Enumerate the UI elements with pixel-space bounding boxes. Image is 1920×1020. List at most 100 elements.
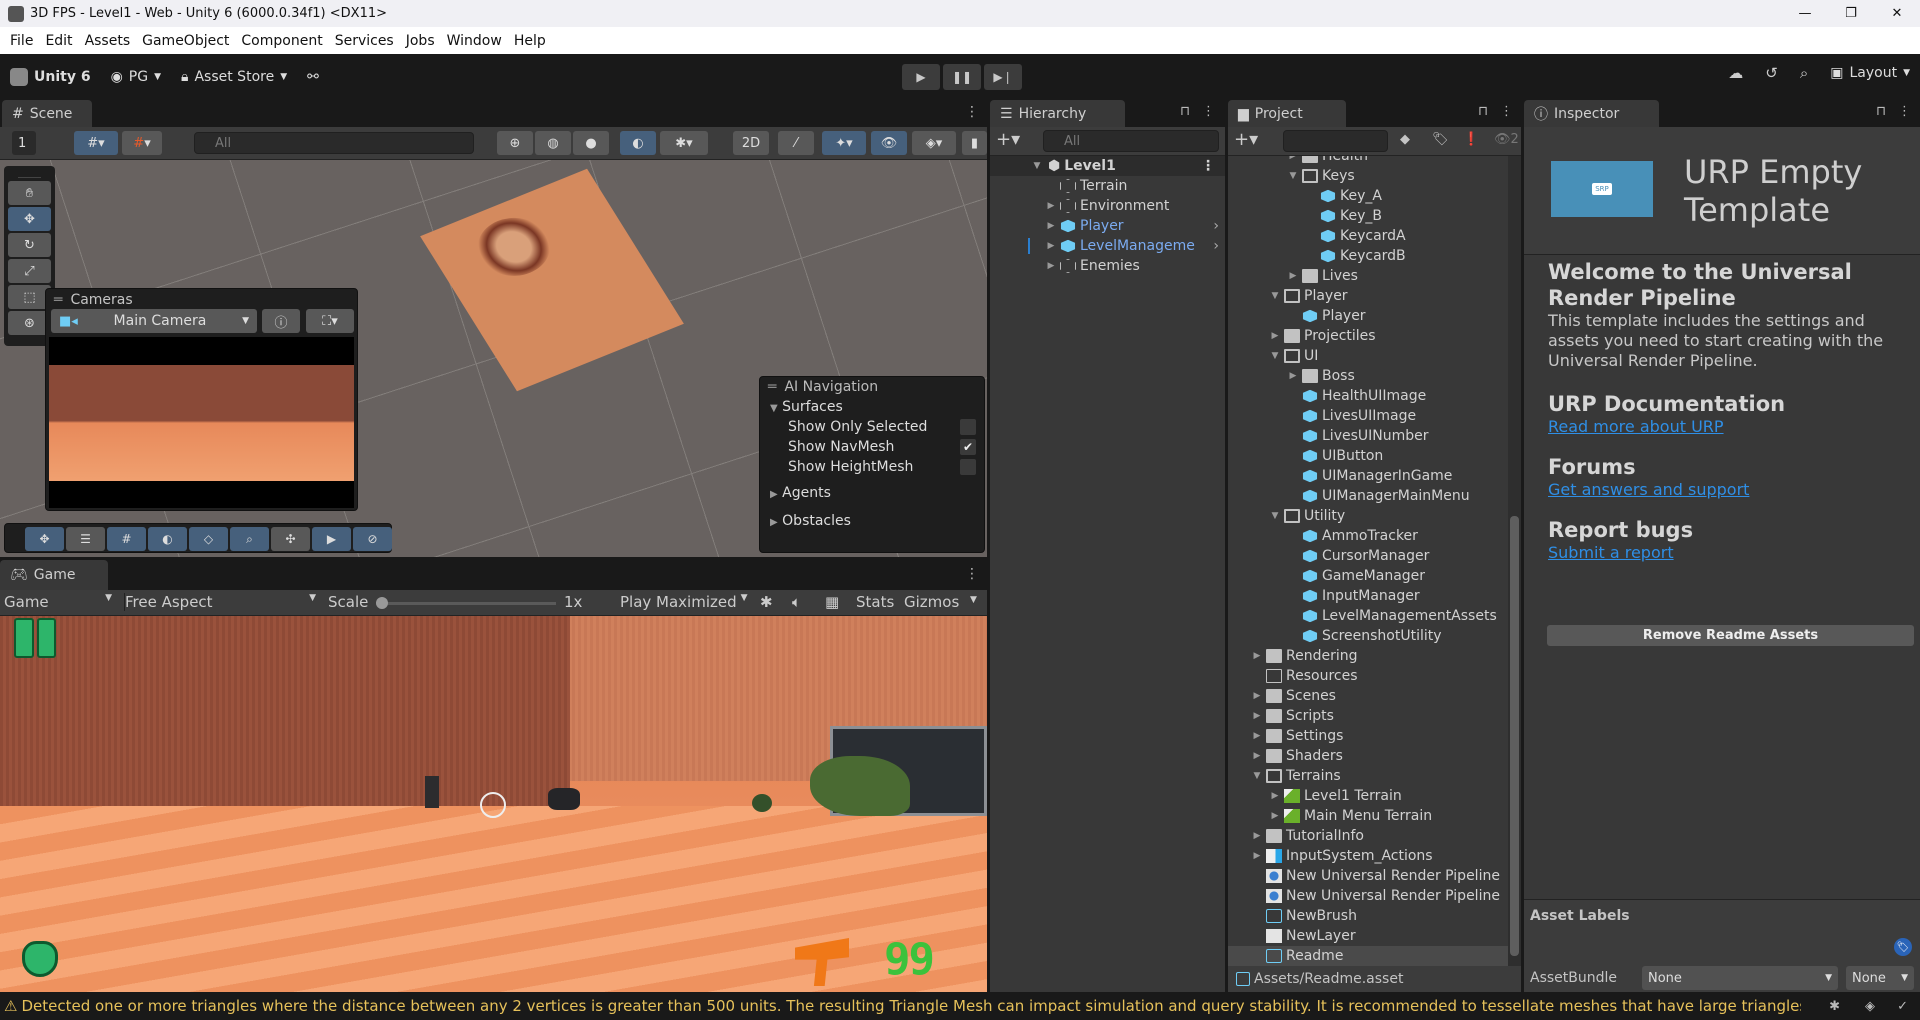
grid-size-field[interactable]: 1: [12, 131, 36, 155]
tab-inspector[interactable]: ⓘ Inspector: [1524, 100, 1659, 127]
2d-toggle-button[interactable]: 2D: [733, 131, 769, 155]
bug-icon[interactable]: ✱: [760, 593, 773, 611]
rotate-tool-button[interactable]: ↻: [8, 233, 51, 257]
asset-store-dropdown[interactable]: 🔒︎ Asset Store ▼: [171, 69, 297, 85]
agents-foldout[interactable]: ▶ Agents: [760, 477, 984, 501]
scene-viewport[interactable]: ✋︎ ✥ ↻ ⤢ ⬚ ⊛ ═ Cameras ■◂ Main Camera ▼ ⓘ ⛶…: [0, 160, 987, 557]
display-dropdown[interactable]: Game ▼: [4, 593, 112, 611]
project-item[interactable]: LevelManagementAssets: [1228, 606, 1508, 626]
hierarchy-item[interactable]: ▶ Player ›: [990, 216, 1225, 236]
project-item[interactable]: HealthUIImage: [1228, 386, 1508, 406]
project-item[interactable]: Player: [1228, 306, 1508, 326]
more-menu-icon[interactable]: ⋮: [965, 104, 979, 120]
filter-by-label-icon[interactable]: 🏷︎: [1432, 132, 1449, 147]
project-item[interactable]: NewBrush: [1228, 906, 1508, 926]
draw-mode-wireframe-button[interactable]: ⊕: [497, 131, 533, 155]
hierarchy-item[interactable]: ▶ Enemies: [990, 256, 1225, 276]
tab-game[interactable]: 🎮︎ Game: [0, 560, 108, 590]
hierarchy-item[interactable]: Terrain: [990, 176, 1225, 196]
project-item[interactable]: ▶ Scenes: [1228, 686, 1508, 706]
hierarchy-item[interactable]: ▶ Environment: [990, 196, 1225, 216]
pause-button[interactable]: ❚❚: [943, 64, 981, 90]
filter-by-type-icon[interactable]: ◆: [1400, 132, 1410, 147]
cache-server-icon[interactable]: ◈: [1865, 999, 1875, 1014]
slider-thumb[interactable]: [376, 597, 388, 609]
move-tool-button[interactable]: ✥: [8, 207, 51, 231]
section-link[interactable]: Get answers and support: [1548, 480, 1749, 499]
project-item[interactable]: ▶ Lives: [1228, 266, 1508, 286]
camera-info-button[interactable]: ⓘ: [262, 309, 300, 333]
scale-slider[interactable]: [376, 597, 556, 609]
project-item[interactable]: UIManagerMainMenu: [1228, 486, 1508, 506]
project-item[interactable]: InputManager: [1228, 586, 1508, 606]
audio-icon[interactable]: 🔈︎: [792, 593, 801, 611]
project-item[interactable]: NewLayer: [1228, 926, 1508, 946]
more-menu-icon[interactable]: ⋮: [1898, 104, 1911, 119]
label-tag-icon[interactable]: 🏷︎: [1894, 938, 1912, 956]
hierarchy-item[interactable]: ▶ LevelManageme ›: [990, 236, 1225, 256]
project-item[interactable]: LivesUIImage: [1228, 406, 1508, 426]
scene-root-row[interactable]: ▼ ⬢ Level1 ⋮: [990, 156, 1225, 176]
asset-bundle-dropdown[interactable]: None ▼: [1642, 966, 1838, 990]
drag-handle[interactable]: [18, 166, 41, 178]
compass-overlay-button[interactable]: ⊘: [353, 527, 392, 551]
close-button[interactable]: ✕: [1874, 0, 1920, 27]
search-overlay-button[interactable]: ⌕: [230, 527, 269, 551]
project-item[interactable]: New Universal Render Pipeline: [1228, 886, 1508, 906]
project-item[interactable]: ▼ UI: [1228, 346, 1508, 366]
more-menu-icon[interactable]: ⋮: [965, 566, 979, 582]
camera-overlay-button[interactable]: ▶: [312, 527, 351, 551]
camera-dropdown[interactable]: ▮: [962, 131, 987, 155]
version-control-icon[interactable]: ⚯: [297, 69, 329, 85]
camera-select-dropdown[interactable]: ■◂ Main Camera ▼: [51, 309, 257, 333]
asset-variant-dropdown[interactable]: None ▼: [1846, 966, 1914, 990]
drag-handle[interactable]: ═: [54, 292, 62, 308]
section-link[interactable]: Read more about URP: [1548, 417, 1724, 436]
cloud-icon[interactable]: ☁: [1728, 64, 1743, 82]
project-item[interactable]: KeycardB: [1228, 246, 1508, 266]
drag-handle[interactable]: ═: [768, 379, 776, 395]
hierarchy-search-input[interactable]: All: [1043, 130, 1219, 152]
project-item[interactable]: ▼ Player: [1228, 286, 1508, 306]
minimize-button[interactable]: —: [1782, 0, 1828, 27]
remove-readme-assets-button[interactable]: Remove Readme Assets: [1547, 625, 1914, 646]
more-menu-icon[interactable]: ⋮: [1500, 104, 1513, 119]
warning-filter-icon[interactable]: ❗: [1463, 132, 1479, 147]
scrollbar-thumb[interactable]: [1510, 516, 1519, 956]
draw-mode-shaded-wire-button[interactable]: ◍: [535, 131, 571, 155]
frame-camera-button[interactable]: ⛶▾: [306, 309, 354, 333]
project-item[interactable]: ▼ Terrains: [1228, 766, 1508, 786]
menu-assets[interactable]: Assets: [79, 33, 137, 49]
step-button[interactable]: ▶❘: [984, 64, 1022, 90]
checkbox[interactable]: ✔: [960, 439, 976, 455]
project-item[interactable]: UIButton: [1228, 446, 1508, 466]
progress-check-icon[interactable]: ✓: [1897, 999, 1908, 1014]
section-link[interactable]: Submit a report: [1548, 543, 1674, 562]
project-item[interactable]: KeycardA: [1228, 226, 1508, 246]
pivot-overlay-button[interactable]: ✣: [271, 527, 310, 551]
project-search-input[interactable]: [1283, 130, 1388, 152]
menu-gameobject[interactable]: GameObject: [136, 33, 235, 49]
grid-icon[interactable]: ▦: [825, 593, 839, 611]
project-item[interactable]: LivesUINumber: [1228, 426, 1508, 446]
project-item[interactable]: AmmoTracker: [1228, 526, 1508, 546]
hand-tool-button[interactable]: ✋︎: [8, 181, 51, 205]
scale-tool-button[interactable]: ⤢: [8, 259, 51, 283]
obstacles-foldout[interactable]: ▶ Obstacles: [760, 501, 984, 529]
project-item[interactable]: ▶ Settings: [1228, 726, 1508, 746]
hidden-packages-icon[interactable]: 👁︎2: [1494, 132, 1519, 147]
status-message[interactable]: Detected one or more triangles where the…: [21, 997, 1801, 1015]
project-item[interactable]: ▼ Keys: [1228, 166, 1508, 186]
menu-window[interactable]: Window: [441, 33, 508, 49]
more-menu-icon[interactable]: ⋮: [1202, 104, 1215, 119]
account-dropdown[interactable]: ◉ PG ▼: [101, 69, 171, 85]
play-mode-dropdown[interactable]: Play Maximized ▼: [620, 593, 748, 611]
project-item[interactable]: GameManager: [1228, 566, 1508, 586]
draw-mode-lit-button[interactable]: ◐: [620, 131, 656, 155]
aspect-dropdown[interactable]: Free Aspect ▼: [124, 593, 316, 611]
search-icon[interactable]: ⌕: [1800, 64, 1808, 82]
increment-snap-button[interactable]: # ▾: [122, 131, 162, 155]
nav-overlay-button[interactable]: ◇: [189, 527, 228, 551]
scene-search-input[interactable]: All: [194, 132, 474, 154]
project-item[interactable]: ▶ Boss: [1228, 366, 1508, 386]
